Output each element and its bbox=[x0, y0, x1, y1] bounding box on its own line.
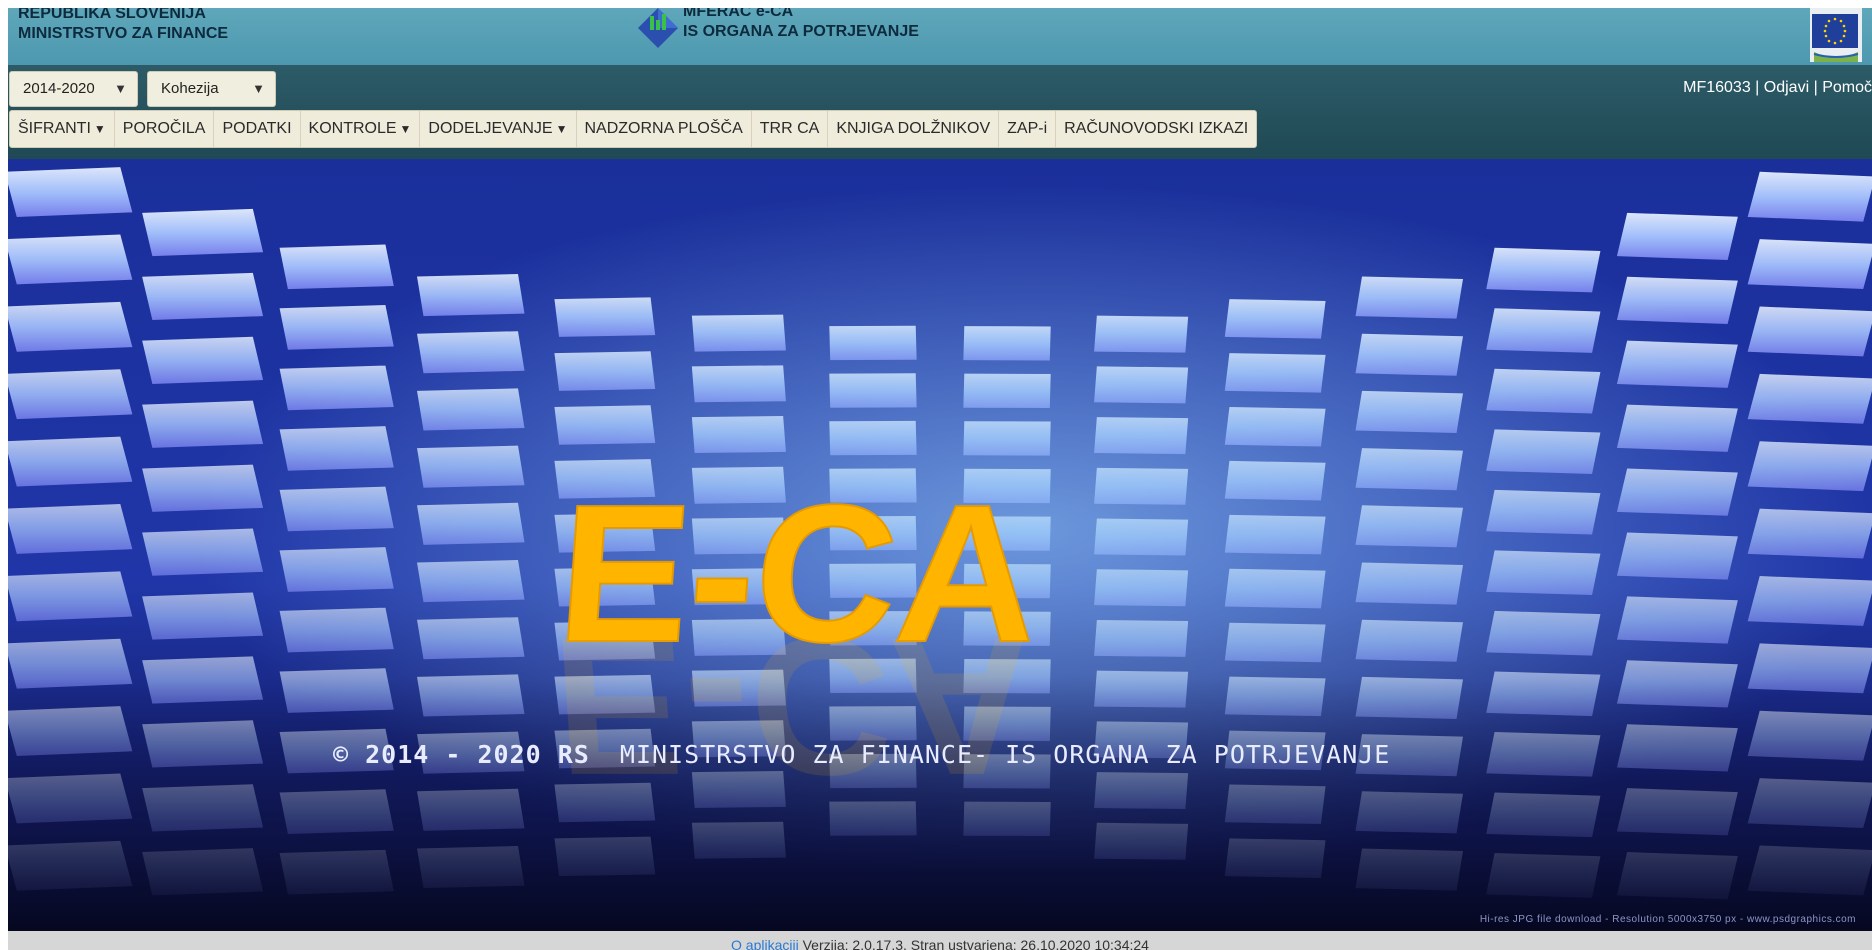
menu-item-zap-i[interactable]: ZAP-i bbox=[999, 111, 1057, 147]
about-link[interactable]: O aplikaciji bbox=[731, 937, 799, 950]
menu-item-label: PODATKI bbox=[222, 120, 292, 137]
app-title-line-2: IS ORGANA ZA POTRJEVANJE bbox=[683, 23, 919, 40]
image-credit: Hi-res JPG file download - Resolution 50… bbox=[1479, 914, 1856, 925]
dropdown-arrow-icon: ▼ bbox=[114, 81, 127, 96]
menu-item-label: ŠIFRANTI bbox=[18, 120, 91, 137]
main-menu: ŠIFRANTI ▼ POROČILA PODATKI KONTROLE ▼ DOD… bbox=[9, 110, 1258, 148]
app-window: REPUBLIKA SLOVENIJA MINISTRSTVO ZA FINAN… bbox=[8, 8, 1872, 950]
menu-item-label: NADZORNA PLOŠČA bbox=[584, 120, 743, 137]
version-info: Verzija: 2.0.17.3, Stran ustvarjena: 26.… bbox=[798, 937, 1149, 950]
caret-down-icon: ▼ bbox=[399, 122, 412, 136]
app-logo-icon bbox=[638, 8, 678, 48]
hero-banner: E-CA E-CA © 2014 - 2020 RS MINISTRSTVO Z… bbox=[8, 159, 1872, 931]
copyright-owner: MINISTRSTVO ZA FINANCE- IS ORGANA ZA POT… bbox=[620, 740, 1390, 769]
menu-item-trr-ca[interactable]: TRR CA bbox=[752, 111, 829, 147]
menu-item-porocila[interactable]: POROČILA bbox=[115, 111, 215, 147]
menu-item-label: POROČILA bbox=[122, 120, 206, 137]
link-separator: | bbox=[1755, 79, 1760, 96]
menu-item-knjiga-dolznikov[interactable]: KNJIGA DOLŽNIKOV bbox=[828, 111, 1000, 147]
app-title: MFERAC e-CA IS ORGANA ZA POTRJEVANJE bbox=[683, 8, 919, 42]
user-links: MF16033 | Odjavi | Pomoč bbox=[1683, 79, 1872, 97]
menu-item-label: TRR CA bbox=[759, 120, 820, 137]
help-link[interactable]: Pomoč bbox=[1822, 79, 1872, 96]
banner-copyright: © 2014 - 2020 RS MINISTRSTVO ZA FINANCE-… bbox=[333, 740, 1390, 769]
copyright-years: © 2014 - 2020 RS bbox=[333, 740, 590, 769]
period-select[interactable]: 2014-2020 ▼ bbox=[9, 71, 138, 107]
logout-link[interactable]: Odjavi bbox=[1764, 79, 1809, 96]
caret-down-icon: ▼ bbox=[93, 122, 106, 136]
user-id: MF16033 bbox=[1683, 79, 1751, 96]
program-select[interactable]: Kohezija ▼ bbox=[147, 71, 276, 107]
menu-item-label: RAČUNOVODSKI IZKAZI bbox=[1064, 120, 1249, 137]
menu-item-nadzorna-plosca[interactable]: NADZORNA PLOŠČA bbox=[577, 111, 752, 147]
app-title-line-1: MFERAC e-CA bbox=[683, 8, 794, 20]
header: REPUBLIKA SLOVENIJA MINISTRSTVO ZA FINAN… bbox=[8, 8, 1872, 65]
eca-logo-reflection: E-CA bbox=[546, 597, 1040, 817]
navigation-bar: 2014-2020 ▼ Kohezija ▼ MF16033 | Odjavi … bbox=[8, 65, 1872, 159]
menu-item-kontrole[interactable]: KONTROLE ▼ bbox=[301, 111, 421, 147]
menu-item-label: ZAP-i bbox=[1007, 120, 1048, 137]
menu-item-label: KNJIGA DOLŽNIKOV bbox=[836, 120, 991, 137]
menu-item-racunovodski-izkazi[interactable]: RAČUNOVODSKI IZKAZI bbox=[1056, 111, 1256, 147]
ministry-name: REPUBLIKA SLOVENIJA MINISTRSTVO ZA FINAN… bbox=[18, 8, 228, 44]
program-select-value: Kohezija bbox=[161, 80, 219, 97]
dropdown-arrow-icon: ▼ bbox=[252, 81, 265, 96]
menu-item-label: KONTROLE bbox=[308, 120, 397, 137]
menu-item-dodeljevanje[interactable]: DODELJEVANJE ▼ bbox=[420, 111, 577, 147]
period-select-value: 2014-2020 bbox=[23, 80, 95, 97]
ministry-line-2: MINISTRSTVO ZA FINANCE bbox=[18, 25, 229, 42]
menu-item-podatki[interactable]: PODATKI bbox=[214, 111, 301, 147]
footer: O aplikaciji Verzija: 2.0.17.3, Stran us… bbox=[8, 931, 1872, 950]
menu-item-label: DODELJEVANJE bbox=[428, 120, 553, 137]
banner-image: E-CA E-CA © 2014 - 2020 RS MINISTRSTVO Z… bbox=[8, 159, 1872, 931]
eu-flag-icon bbox=[1810, 8, 1862, 62]
menu-item-sifranti[interactable]: ŠIFRANTI ▼ bbox=[10, 111, 115, 147]
link-separator: | bbox=[1813, 79, 1818, 96]
caret-down-icon: ▼ bbox=[555, 122, 568, 136]
ministry-line-1: REPUBLIKA SLOVENIJA bbox=[18, 8, 206, 22]
